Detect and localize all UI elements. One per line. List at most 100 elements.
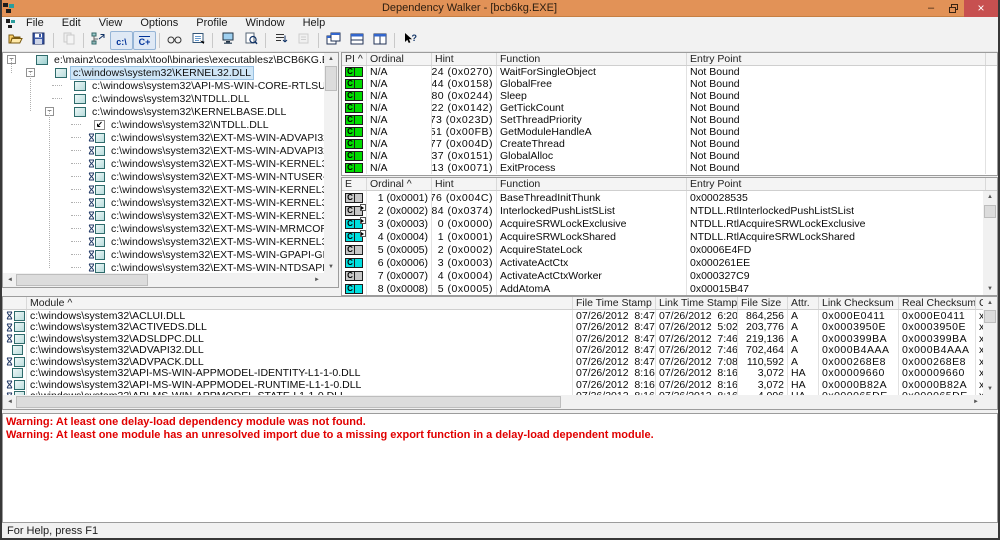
tree-item[interactable]: c:\windows\system32\EXT-MS-WIN-KERNEL32-…: [3, 196, 324, 209]
tree-item[interactable]: c:\windows\system32\EXT-MS-WIN-KERNEL32-…: [3, 235, 324, 248]
expand-all-button[interactable]: [163, 31, 186, 50]
menu-help[interactable]: Help: [294, 17, 335, 30]
import-row[interactable]: CN/A251 (0x00FB)GetModuleHandleANot Boun…: [342, 126, 997, 138]
scroll-thumb[interactable]: [984, 205, 996, 218]
menu-edit[interactable]: Edit: [53, 17, 90, 30]
module-row[interactable]: c:\windows\system32\ADSLDPC.DLL07/26/201…: [3, 333, 983, 345]
column-header-link-checksum[interactable]: Link Checksum: [819, 297, 899, 309]
module-row[interactable]: c:\windows\system32\ADVAPI32.DLL07/26/20…: [3, 345, 983, 357]
search-button[interactable]: [239, 31, 262, 50]
module-row[interactable]: c:\windows\system32\API-MS-WIN-APPMODEL-…: [3, 379, 983, 391]
tree-item[interactable]: −c:\windows\system32\KERNELBASE.DLL: [3, 105, 324, 118]
scroll-up-arrow-icon[interactable]: ▲: [983, 297, 997, 309]
column-header-real-checksum[interactable]: Real Checksum: [899, 297, 976, 309]
auto-expand-button[interactable]: [87, 31, 110, 50]
restore-button[interactable]: [942, 0, 964, 17]
scroll-thumb[interactable]: [325, 66, 337, 91]
tree-horizontal-scrollbar[interactable]: ◄ ►: [3, 273, 324, 287]
import-row[interactable]: CN/A624 (0x0270)WaitForSingleObjectNot B…: [342, 66, 997, 78]
scroll-left-arrow-icon[interactable]: ◄: [3, 274, 17, 286]
module-row[interactable]: c:\windows\system32\ACTIVEDS.DLL07/26/20…: [3, 322, 983, 334]
scroll-thumb[interactable]: [984, 310, 996, 323]
tree-item[interactable]: c:\windows\system32\EXT-MS-WIN-ADVAPI32-…: [3, 131, 324, 144]
column-header-function[interactable]: Function: [497, 178, 687, 190]
menu-file[interactable]: File: [17, 17, 53, 30]
column-header-cpu[interactable]: CPU: [976, 297, 983, 309]
scroll-right-arrow-icon[interactable]: ►: [310, 274, 324, 286]
module-row[interactable]: c:\windows\system32\ADVPACK.DLL07/26/201…: [3, 356, 983, 368]
menu-window[interactable]: Window: [236, 17, 293, 30]
column-header-hint[interactable]: Hint: [432, 53, 497, 65]
scroll-left-arrow-icon[interactable]: ◄: [3, 396, 17, 408]
export-row[interactable]: C3 (0x0003)0 (0x0000)AcquireSRWLockExclu…: [342, 217, 983, 230]
scroll-down-arrow-icon[interactable]: ▼: [983, 283, 997, 295]
column-header-ordinal[interactable]: Ordinal: [367, 53, 432, 65]
scroll-down-arrow-icon[interactable]: ▼: [983, 383, 997, 395]
system-info-button[interactable]: [216, 31, 239, 50]
export-row[interactable]: C6 (0x0006)3 (0x0003)ActivateActCtx0x000…: [342, 256, 983, 269]
tree-item[interactable]: c:\windows\system32\EXT-MS-WIN-ADVAPI32-…: [3, 144, 324, 157]
export-row[interactable]: C2 (0x0002)884 (0x0374)InterlockedPushLi…: [342, 204, 983, 217]
export-row[interactable]: C1 (0x0001)76 (0x004C)BaseThreadInitThun…: [342, 191, 983, 204]
column-header-entry-point[interactable]: Entry Point: [687, 53, 986, 65]
column-header-pi-[interactable]: PI ^: [342, 53, 367, 65]
tree-item[interactable]: c:\windows\system32\EXT-MS-WIN-NTDSAPI-A…: [3, 261, 324, 273]
tree-item[interactable]: −c:\windows\system32\KERNEL32.DLL: [3, 66, 324, 79]
scroll-up-arrow-icon[interactable]: ▲: [324, 53, 338, 65]
column-header-function[interactable]: Function: [497, 53, 687, 65]
export-row[interactable]: C8 (0x0008)5 (0x0005)AddAtomA0x00015B47: [342, 282, 983, 295]
import-row[interactable]: CN/A344 (0x0158)GlobalFreeNot Bound: [342, 78, 997, 90]
column-header-link-time-stamp[interactable]: Link Time Stamp: [656, 297, 738, 309]
tree-item[interactable]: c:\windows\system32\EXT-MS-WIN-KERNEL32-…: [3, 209, 324, 222]
column-header-e[interactable]: E: [342, 178, 367, 190]
tree-item[interactable]: c:\windows\system32\EXT-MS-WIN-NTUSER-ST…: [3, 170, 324, 183]
export-row[interactable]: C7 (0x0007)4 (0x0004)ActivateActCtxWorke…: [342, 269, 983, 282]
scroll-down-arrow-icon[interactable]: ▼: [324, 261, 338, 273]
menu-options[interactable]: Options: [131, 17, 187, 30]
column-header-file-size[interactable]: File Size: [738, 297, 788, 309]
scroll-thumb[interactable]: [16, 274, 148, 286]
import-row[interactable]: CN/A322 (0x0142)GetTickCountNot Bound: [342, 102, 997, 114]
tree-item[interactable]: c:\windows\system32\EXT-MS-WIN-GPAPI-GRO…: [3, 248, 324, 261]
import-row[interactable]: CN/A580 (0x0244)SleepNot Bound: [342, 90, 997, 102]
column-header-file-time-stamp[interactable]: File Time Stamp: [573, 297, 656, 309]
export-row[interactable]: C4 (0x0004)1 (0x0001)AcquireSRWLockShare…: [342, 230, 983, 243]
column-header-icon[interactable]: [3, 297, 27, 309]
tree-item[interactable]: −e:\mainz\codes\malx\tool\binaries\execu…: [3, 53, 324, 66]
split-vertical-button[interactable]: [368, 31, 391, 50]
import-row[interactable]: CN/A337 (0x0151)GlobalAllocNot Bound: [342, 150, 997, 162]
scroll-right-arrow-icon[interactable]: ►: [969, 396, 983, 408]
undecorate-button[interactable]: C+: [133, 31, 156, 50]
module-row[interactable]: c:\windows\system32\ACLUI.DLL07/26/2012 …: [3, 310, 983, 322]
tree-vertical-scrollbar[interactable]: ▲ ▼: [324, 53, 338, 273]
module-row[interactable]: c:\windows\system32\API-MS-WIN-APPMODEL-…: [3, 368, 983, 380]
menu-view[interactable]: View: [90, 17, 132, 30]
import-row[interactable]: CN/A573 (0x023D)SetThreadPriorityNot Bou…: [342, 114, 997, 126]
export-row[interactable]: C5 (0x0005)2 (0x0002)AcquireStateLock0x0…: [342, 243, 983, 256]
column-header-hint[interactable]: Hint: [432, 178, 497, 190]
open-button[interactable]: [4, 31, 27, 50]
log-button[interactable]: [269, 31, 292, 50]
close-button[interactable]: ×: [964, 0, 998, 17]
modules-horizontal-scrollbar[interactable]: ◄ ►: [3, 395, 983, 409]
save-button[interactable]: [27, 31, 50, 50]
scroll-thumb[interactable]: [16, 396, 561, 408]
split-horizontal-button[interactable]: [345, 31, 368, 50]
properties-button[interactable]: [186, 31, 209, 50]
column-header-module-[interactable]: Module ^: [27, 297, 573, 309]
tree-item[interactable]: c:\windows\system32\EXT-MS-WIN-MRMCORER-…: [3, 222, 324, 235]
column-header-entry-point[interactable]: Entry Point: [687, 178, 986, 190]
context-help-button[interactable]: ?: [398, 31, 421, 50]
tree-item[interactable]: c:\windows\system32\EXT-MS-WIN-KERNEL32-…: [3, 183, 324, 196]
exports-vertical-scrollbar[interactable]: ▲ ▼: [983, 191, 997, 295]
tree-item[interactable]: c:\windows\system32\EXT-MS-WIN-KERNEL32-…: [3, 157, 324, 170]
cascade-button[interactable]: [322, 31, 345, 50]
import-row[interactable]: CN/A77 (0x004D)CreateThreadNot Bound: [342, 138, 997, 150]
modules-vertical-scrollbar[interactable]: ▲ ▼: [983, 297, 997, 395]
scroll-up-arrow-icon[interactable]: ▲: [983, 191, 997, 203]
import-row[interactable]: CN/A113 (0x0071)ExitProcessNot Bound: [342, 162, 997, 174]
minimize-button[interactable]: –: [920, 0, 942, 17]
tree-item[interactable]: c:\windows\system32\NTDLL.DLL: [3, 118, 324, 131]
menu-profile[interactable]: Profile: [187, 17, 236, 30]
column-header-ordinal-[interactable]: Ordinal ^: [367, 178, 432, 190]
